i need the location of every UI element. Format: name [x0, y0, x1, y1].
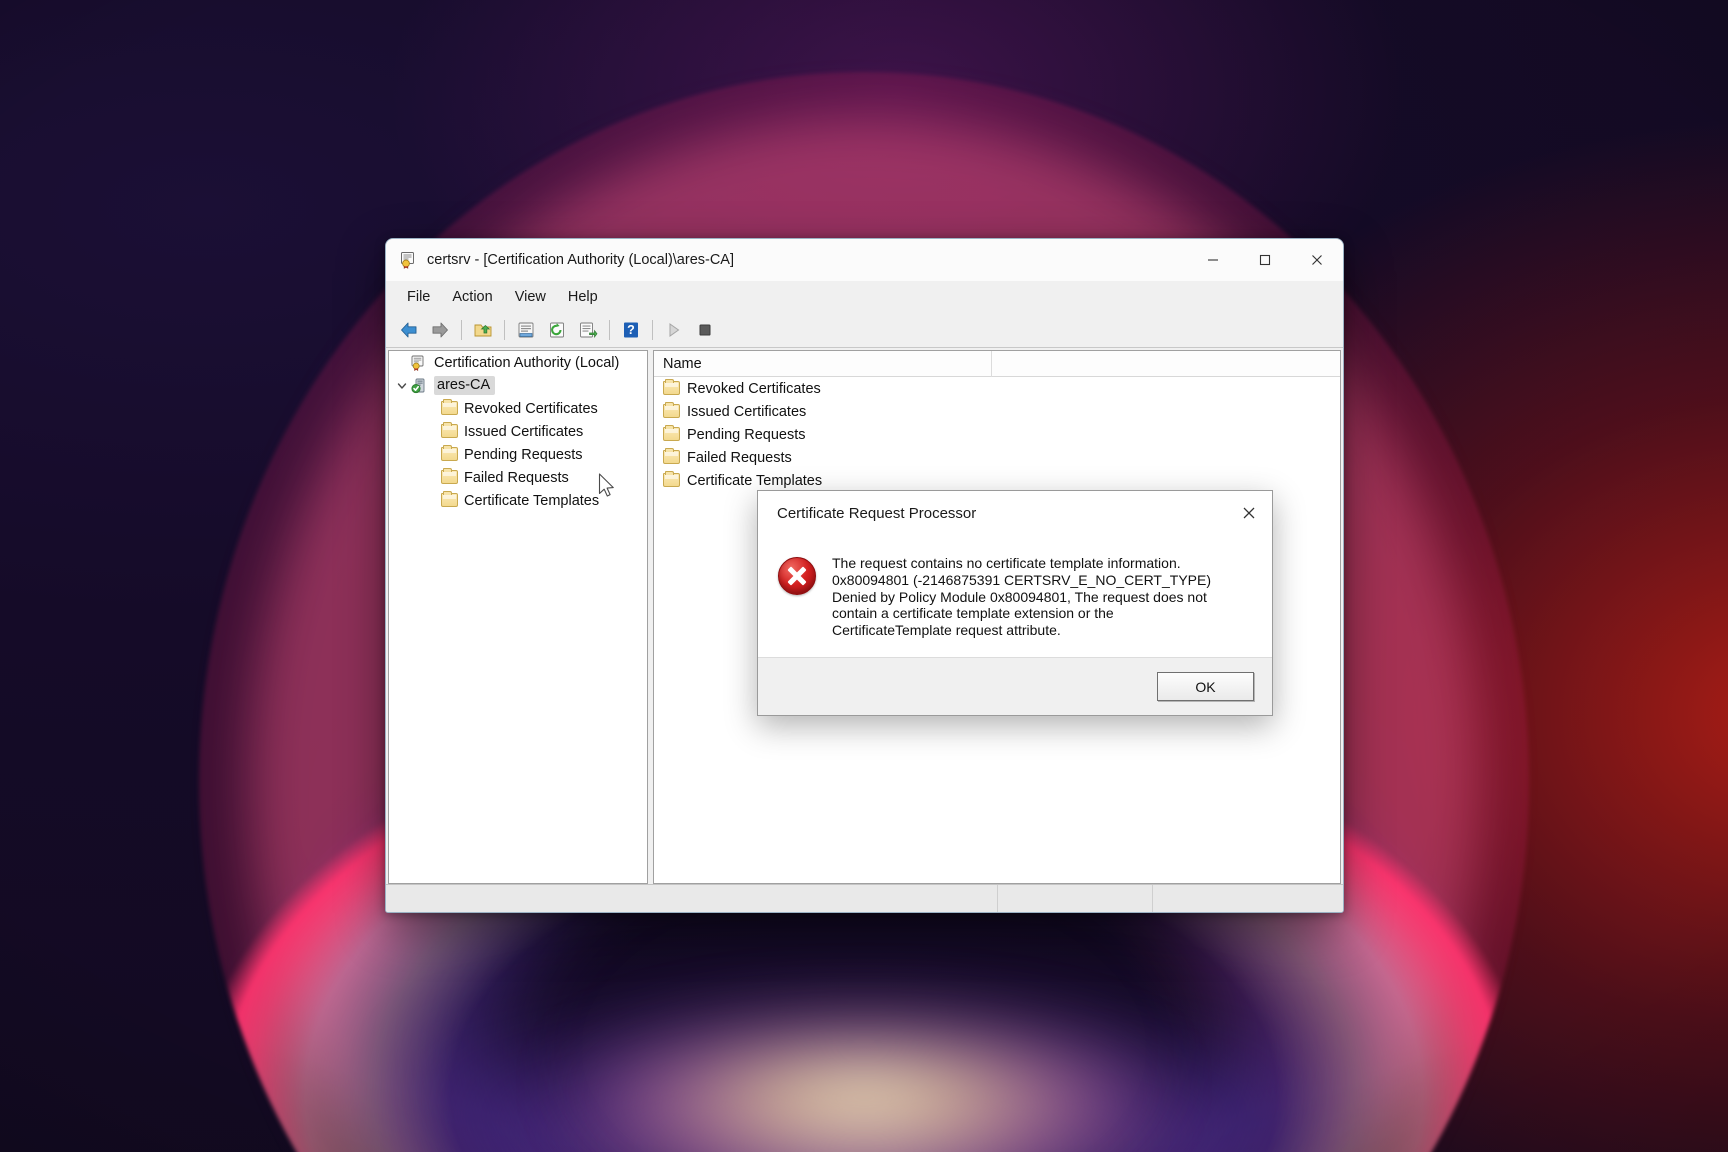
tree-label: Certification Authority (Local) — [434, 354, 620, 371]
dialog-message-line: 0x80094801 (-2146875391 CERTSRV_E_NO_CER… — [832, 571, 1211, 588]
dialog-close-button[interactable] — [1226, 491, 1272, 535]
list-item[interactable]: Pending Requests — [654, 423, 1340, 446]
certificate-request-processor-dialog: Certificate Request Processor The reques… — [757, 490, 1273, 716]
status-bar — [386, 884, 1343, 912]
stop-service-icon[interactable] — [690, 316, 720, 344]
list-item[interactable]: Failed Requests — [654, 446, 1340, 469]
folder-icon — [663, 402, 680, 419]
chevron-down-icon[interactable] — [393, 377, 411, 395]
tree-label: Pending Requests — [464, 446, 583, 463]
tree-label: Failed Requests — [464, 469, 569, 486]
tree-label: Issued Certificates — [464, 423, 584, 440]
up-one-level-icon[interactable] — [468, 316, 498, 344]
folder-icon — [663, 471, 680, 488]
dialog-message-line: CertificateTemplate request attribute. — [832, 622, 1061, 639]
dialog-message: The request contains no certificate temp… — [832, 549, 1211, 649]
folder-icon — [663, 425, 680, 442]
svg-text:?: ? — [627, 323, 635, 337]
back-icon[interactable] — [394, 316, 424, 344]
dialog-title: Certificate Request Processor — [777, 504, 977, 522]
help-icon[interactable]: ? — [616, 316, 646, 344]
dialog-message-line: Denied by Policy Module 0x80094801, The … — [832, 588, 1207, 605]
dialog-footer: OK — [758, 657, 1272, 715]
menu-file[interactable]: File — [396, 285, 441, 309]
export-list-icon[interactable] — [573, 316, 603, 344]
status-pane-3 — [1153, 885, 1343, 913]
column-header-blank[interactable] — [992, 351, 1340, 377]
tree-item-ares-ca[interactable]: ares-CA — [389, 374, 647, 397]
dialog-message-line: contain a certificate template extension… — [832, 605, 1114, 622]
maximize-button[interactable] — [1239, 239, 1291, 281]
folder-icon — [441, 490, 458, 509]
folder-icon — [441, 421, 458, 440]
tree-label: ares-CA — [434, 376, 496, 395]
list-item-label: Revoked Certificates — [687, 380, 821, 397]
list-item[interactable]: Revoked Certificates — [654, 377, 1340, 400]
window-title-bar[interactable]: certsrv - [Certification Authority (Loca… — [386, 239, 1343, 281]
folder-icon — [441, 398, 458, 417]
tree-item-certificate-templates[interactable]: Certificate Templates — [389, 489, 647, 512]
tree-item-issued-certificates[interactable]: Issued Certificates — [389, 420, 647, 443]
tree-item-revoked-certificates[interactable]: Revoked Certificates — [389, 397, 647, 420]
window-title: certsrv - [Certification Authority (Loca… — [427, 251, 735, 268]
certification-authority-icon — [411, 355, 428, 371]
ca-server-icon — [411, 378, 428, 394]
toolbar-separator — [504, 320, 505, 340]
list-item-label: Issued Certificates — [687, 403, 807, 420]
toolbar: ? — [386, 313, 1343, 348]
ok-button[interactable]: OK — [1157, 672, 1254, 701]
error-icon — [778, 557, 816, 595]
toolbar-separator — [461, 320, 462, 340]
menu-bar: File Action View Help — [386, 281, 1343, 313]
minimize-button[interactable] — [1187, 239, 1239, 281]
folder-icon — [441, 444, 458, 463]
menu-action[interactable]: Action — [441, 285, 503, 309]
status-pane-1 — [386, 884, 998, 912]
forward-icon[interactable] — [425, 316, 455, 344]
menu-view[interactable]: View — [504, 285, 557, 309]
list-item[interactable]: Certificate Templates — [654, 469, 1340, 492]
dialog-message-line: The request contains no certificate temp… — [832, 555, 1181, 571]
close-button[interactable] — [1291, 239, 1343, 281]
list-item-label: Pending Requests — [687, 426, 806, 443]
start-service-icon[interactable] — [659, 316, 689, 344]
status-pane-2 — [998, 884, 1153, 912]
dialog-title-bar[interactable]: Certificate Request Processor — [758, 491, 1272, 535]
folder-icon — [663, 379, 680, 396]
column-header-name[interactable]: Name — [654, 351, 992, 377]
show-hide-console-tree-icon[interactable] — [511, 316, 541, 344]
tree-label: Certificate Templates — [464, 492, 600, 509]
folder-icon — [663, 448, 680, 465]
menu-help[interactable]: Help — [557, 285, 609, 309]
dialog-body: The request contains no certificate temp… — [758, 535, 1272, 657]
list-column-header: Name — [654, 351, 1340, 377]
list-item-label: Certificate Templates — [687, 472, 823, 489]
window-caption-buttons — [1187, 239, 1343, 281]
console-tree-pane: Certification Authority (Local) ares-CA … — [388, 350, 648, 884]
tree-label: Revoked Certificates — [464, 400, 598, 417]
list-item-label: Failed Requests — [687, 449, 792, 466]
tree-item-certification-authority-local[interactable]: Certification Authority (Local) — [389, 351, 647, 374]
toolbar-separator — [652, 320, 653, 340]
tree-item-pending-requests[interactable]: Pending Requests — [389, 443, 647, 466]
refresh-icon[interactable] — [542, 316, 572, 344]
tree-twisty-placeholder — [393, 354, 411, 372]
certification-authority-icon — [400, 251, 418, 269]
folder-icon — [441, 467, 458, 486]
tree-item-failed-requests[interactable]: Failed Requests — [389, 466, 647, 489]
toolbar-separator — [609, 320, 610, 340]
list-item[interactable]: Issued Certificates — [654, 400, 1340, 423]
